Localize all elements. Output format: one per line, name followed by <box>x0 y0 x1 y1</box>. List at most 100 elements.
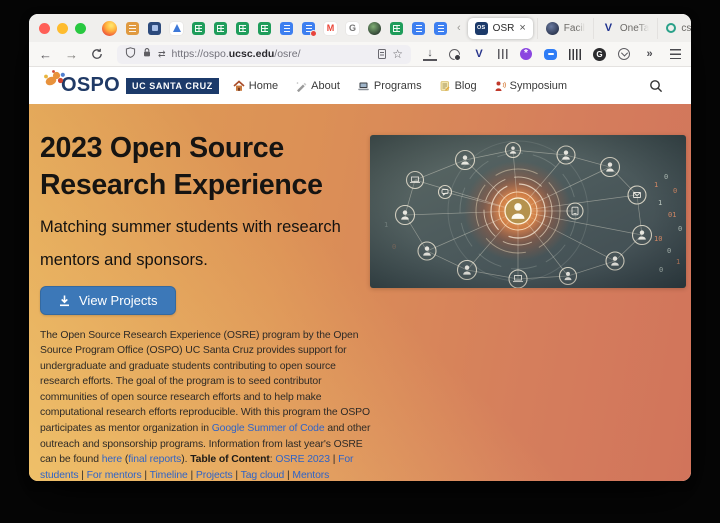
tab-active-ospo[interactable]: OS OSR × <box>468 18 533 39</box>
laptop-icon <box>357 80 370 92</box>
download-icon[interactable]: ↓ <box>423 48 437 61</box>
url-bar[interactable]: ⇄ https://ospo.ucsc.edu/osre/ ☆ <box>117 45 411 64</box>
logo-text: OSPO <box>61 74 120 97</box>
pinned-tabs: MG <box>102 21 447 36</box>
dark-globe-favicon[interactable] <box>368 22 381 35</box>
intro-bold-text: Table of Content <box>190 454 270 465</box>
stats-lines-icon[interactable] <box>498 49 508 59</box>
docs-favicon[interactable] <box>280 22 293 35</box>
nav-item-programs[interactable]: Programs <box>357 80 422 92</box>
intro-text: | <box>330 454 338 465</box>
download-icon <box>58 294 71 307</box>
google-favicon[interactable]: G <box>346 22 359 35</box>
sheets-favicon[interactable] <box>214 22 227 35</box>
back-icon[interactable]: ← <box>39 47 52 62</box>
url-text[interactable]: https://ospo.ucsc.edu/osre/ <box>172 48 301 60</box>
barcode-extension-icon[interactable] <box>569 49 581 60</box>
house-icon <box>233 80 245 92</box>
overflow-chevrons-icon[interactable]: » <box>642 47 656 61</box>
intro-paragraph: The Open Source Research Experience (OSR… <box>40 328 374 482</box>
nav-item-about[interactable]: About <box>295 80 340 92</box>
intro-text: | <box>233 470 241 481</box>
docs-favicon[interactable] <box>412 22 425 35</box>
navigation-toolbar: ← → ⇄ https://ospo.ucsc.edu/osre/ ☆ ↓ V * G… <box>29 42 691 67</box>
window-controls <box>39 23 86 34</box>
intro-link[interactable]: Google Summer of Code <box>212 423 325 434</box>
intro-text: | <box>78 470 86 481</box>
tab-facil[interactable]: Facil <box>537 18 593 39</box>
browser-window: MG ‹ OS OSR × Facil V OneTa css12 › › ← … <box>29 14 691 481</box>
gmail-favicon[interactable]: M <box>324 22 337 35</box>
firefox-favicon[interactable] <box>102 21 117 36</box>
tab-label: OneTa <box>620 23 649 34</box>
nav-item-blog[interactable]: Blog <box>439 80 477 92</box>
intro-link[interactable]: For mentors <box>87 470 142 481</box>
tab-favicon <box>666 23 676 33</box>
tab-label: OSR <box>493 23 515 34</box>
view-projects-button[interactable]: View Projects <box>40 286 176 315</box>
intro-text: | <box>142 470 150 481</box>
scroll-tabs-left-icon[interactable]: ‹ <box>457 22 461 34</box>
intro-link[interactable]: Timeline <box>150 470 188 481</box>
speaker-icon <box>494 80 506 92</box>
intro-link[interactable]: final reports <box>128 454 181 465</box>
v-extension-icon[interactable]: V <box>472 47 486 61</box>
navy-app-favicon[interactable] <box>148 22 161 35</box>
intro-link[interactable]: Mentors <box>292 470 329 481</box>
close-tab-icon[interactable]: × <box>519 23 525 34</box>
shield-icon[interactable] <box>125 45 136 63</box>
memo-icon <box>439 80 451 92</box>
tab-label: css12 <box>681 23 691 34</box>
zoom-window-button[interactable] <box>75 23 86 34</box>
reader-view-icon[interactable] <box>378 49 386 59</box>
pocket-icon[interactable] <box>618 48 630 60</box>
docs-badge-favicon[interactable] <box>302 22 315 35</box>
tab-label: Facil <box>564 23 585 34</box>
forward-icon[interactable]: → <box>65 47 78 62</box>
writing-hand-icon <box>295 80 307 92</box>
site-info-globe-icon[interactable] <box>449 49 460 60</box>
page-content: 2023 Open Source Research Experience Mat… <box>29 104 691 481</box>
tab-bar: MG ‹ OS OSR × Facil V OneTa css12 › › <box>29 14 691 42</box>
container-arrows-icon[interactable]: ⇄ <box>158 49 166 60</box>
ospo-logo[interactable]: OSPO UC SANTA CRUZ <box>41 72 219 99</box>
lock-icon[interactable] <box>142 45 152 63</box>
nav-item-symposium[interactable]: Symposium <box>494 80 567 92</box>
hero-image: 10 01 010 100 10 10 <box>370 135 686 288</box>
docs-favicon[interactable] <box>434 22 447 35</box>
tab-onetab[interactable]: V OneTa <box>593 18 657 39</box>
tab-favicon: V <box>602 22 615 35</box>
flower-extension-icon[interactable]: * <box>520 48 532 60</box>
nav-item-home[interactable]: Home <box>233 80 278 92</box>
logo-blob-icon <box>41 68 67 95</box>
bookmark-star-icon[interactable]: ☆ <box>392 48 403 60</box>
search-icon[interactable] <box>649 79 663 93</box>
intro-link[interactable]: here <box>102 454 122 465</box>
sheets-favicon[interactable] <box>192 22 205 35</box>
chat-extension-icon[interactable] <box>544 49 557 60</box>
page-title: 2023 Open Source Research Experience <box>40 130 370 204</box>
close-window-button[interactable] <box>39 23 50 34</box>
logo-badge: UC SANTA CRUZ <box>126 78 219 94</box>
minimize-window-button[interactable] <box>57 23 68 34</box>
sheets-favicon[interactable] <box>258 22 271 35</box>
page-subtitle: Matching summer students with research m… <box>40 211 364 277</box>
google-drive-favicon[interactable] <box>170 22 183 35</box>
app-menu-icon[interactable] <box>670 49 681 59</box>
intro-link[interactable]: Tag cloud <box>241 470 285 481</box>
extension-icons: ↓ V * G » <box>423 47 681 61</box>
intro-text: ). <box>181 454 190 465</box>
site-nav: Home About Programs Blog Symposium <box>233 80 567 92</box>
tab-favicon <box>546 22 559 35</box>
intro-link[interactable]: OSRE 2023 <box>275 454 330 465</box>
refresh-icon[interactable] <box>91 48 103 60</box>
intro-text: The Open Source Research Experience (OSR… <box>40 330 370 435</box>
ospo-favicon: OS <box>475 22 488 35</box>
sheets-favicon[interactable] <box>236 22 249 35</box>
intro-link[interactable]: Projects <box>196 470 233 481</box>
site-header: OSPO UC SANTA CRUZ Home About Programs B… <box>29 67 691 104</box>
orange-grid-favicon[interactable] <box>126 22 139 35</box>
dark-circle-g-icon[interactable]: G <box>593 48 606 61</box>
sheets-favicon[interactable] <box>390 22 403 35</box>
tab-css[interactable]: css12 <box>657 18 691 39</box>
